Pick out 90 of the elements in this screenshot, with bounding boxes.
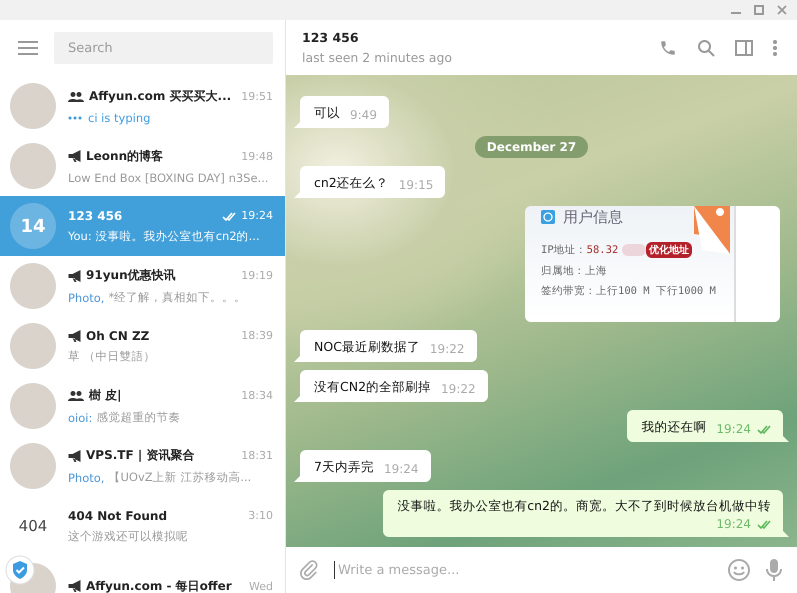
info-value: 58.32 bbox=[586, 244, 618, 256]
chat-time: 19:51 bbox=[241, 90, 273, 102]
chat-name: 樹 皮| bbox=[89, 387, 123, 404]
message-text: 没有CN2的全部刷掉 bbox=[314, 379, 432, 396]
message-text: cn2还在么？ bbox=[314, 175, 389, 192]
chat-time: 18:34 bbox=[241, 389, 273, 402]
chat-list-item[interactable]: Affyun.com 买买买大... 19:51 ci is typing bbox=[0, 76, 285, 136]
preview-sender: You: bbox=[68, 229, 92, 243]
message-time: 9:49 bbox=[350, 108, 377, 122]
message-text: 我的还在啊 bbox=[641, 419, 706, 436]
avatar-placeholder bbox=[10, 443, 56, 489]
avatar-placeholder bbox=[10, 263, 56, 309]
message-time: 19:24 bbox=[716, 517, 751, 531]
chat-list-item[interactable]: 樹 皮| 18:34 oioi: 感觉超重的节奏 bbox=[0, 376, 285, 436]
typing-status: ci is typing bbox=[88, 110, 150, 124]
date-separator: December 27 bbox=[474, 136, 588, 158]
chat-time: 18:39 bbox=[241, 329, 273, 342]
card-title: 用户信息 bbox=[563, 208, 623, 226]
chat-list-item[interactable]: VPS.TF | 资讯聚合 18:31 Photo, 【UOvZ上新 江苏移动高... bbox=[0, 436, 285, 496]
avatar-placeholder bbox=[10, 383, 56, 429]
chat-time: 18:31 bbox=[241, 449, 273, 462]
chat-name: 91yun优惠快讯 bbox=[86, 267, 177, 284]
message-preview: 草 （中日雙語） bbox=[68, 348, 156, 364]
message-preview: 感觉超重的节奏 bbox=[96, 410, 180, 425]
info-value: 上海 bbox=[585, 264, 607, 278]
more-options-icon[interactable] bbox=[773, 40, 777, 56]
group-icon bbox=[68, 390, 84, 401]
megaphone-icon bbox=[68, 270, 81, 282]
preview-sender: oioi: bbox=[68, 410, 92, 424]
chat-name: 123 456 bbox=[68, 208, 124, 222]
chat-time: 19:19 bbox=[241, 269, 273, 282]
megaphone-icon bbox=[68, 150, 81, 162]
message-text: 可以 bbox=[314, 105, 340, 122]
message-text: 7天内弄完 bbox=[314, 459, 374, 476]
preview-sender: Photo, bbox=[68, 290, 104, 304]
info-label: 归属地： bbox=[541, 264, 585, 278]
message-text: NOC最近刷数据了 bbox=[314, 339, 420, 356]
phone-icon[interactable] bbox=[659, 38, 677, 56]
chat-time: Wed bbox=[249, 580, 273, 592]
typing-dots-icon bbox=[68, 116, 82, 120]
chat-list-item[interactable]: Oh CN ZZ 18:39 草 （中日雙語） bbox=[0, 316, 285, 376]
message-time: 19:22 bbox=[430, 342, 465, 356]
last-seen-status: last seen 2 minutes ago bbox=[302, 50, 454, 65]
verified-shield-icon bbox=[5, 555, 35, 585]
chat-list-item[interactable]: 91yun优惠快讯 19:19 Photo, *经了解，真相如下。。。 bbox=[0, 256, 285, 316]
close-icon[interactable] bbox=[777, 5, 787, 15]
tag-label: 优化地址 bbox=[646, 242, 692, 258]
message-time: 19:24 bbox=[716, 422, 751, 436]
message-preview: Low End Box [BOXING DAY] n3Se... bbox=[68, 170, 269, 184]
message-text: 没事啦。我办公室也有cn2的。商宽。大不了到时候放台机做中转 bbox=[397, 498, 771, 515]
chat-time: 3:10 bbox=[248, 509, 273, 522]
preview-sender: Photo, bbox=[68, 470, 104, 484]
chat-time: 19:48 bbox=[241, 150, 273, 162]
paperclip-icon[interactable] bbox=[298, 559, 320, 581]
chat-name: Leonn的博客 bbox=[86, 148, 164, 164]
maximize-icon[interactable] bbox=[754, 5, 764, 15]
message-time: 19:24 bbox=[384, 462, 419, 476]
message-preview: 【UOvZ上新 江苏移动高... bbox=[108, 470, 252, 485]
message-preview: *经了解，真相如下。。。 bbox=[108, 290, 246, 305]
avatar-initials: 404 bbox=[18, 516, 48, 537]
sidebar-toggle-icon[interactable] bbox=[735, 40, 753, 56]
group-icon bbox=[68, 90, 84, 102]
chat-name: 404 Not Found bbox=[68, 508, 168, 522]
emoji-icon[interactable] bbox=[727, 558, 751, 582]
microphone-icon[interactable] bbox=[765, 558, 783, 582]
chat-name: Affyun.com - 每日offer bbox=[86, 578, 233, 593]
chat-list-item[interactable]: Leonn的博客 19:48 Low End Box [BOXING DAY] n3Se... bbox=[0, 136, 285, 196]
info-label: IP地址： bbox=[541, 243, 587, 257]
search-field[interactable]: Search bbox=[54, 32, 273, 64]
menu-icon[interactable] bbox=[18, 41, 38, 55]
chat-title: 123 456 bbox=[302, 30, 360, 45]
info-label: 签约带宽： bbox=[541, 284, 596, 298]
megaphone-icon bbox=[68, 450, 81, 462]
avatar-placeholder bbox=[10, 143, 56, 189]
chat-time: 19:24 bbox=[241, 209, 273, 222]
message-preview: 没事啦。我办公室也有cn2的... bbox=[96, 228, 260, 244]
avatar-placeholder bbox=[10, 83, 56, 129]
search-icon[interactable] bbox=[697, 38, 715, 56]
chat-list-item[interactable]: 404 404 Not Found 3:10 这个游戏还可以模拟呢 bbox=[0, 496, 285, 556]
chat-name: Oh CN ZZ bbox=[86, 328, 150, 342]
avatar-placeholder bbox=[10, 323, 56, 369]
message-time: 19:22 bbox=[441, 382, 476, 396]
info-value: 上行100 M 下行1000 M bbox=[596, 284, 716, 298]
megaphone-icon bbox=[68, 330, 81, 342]
megaphone-icon bbox=[68, 580, 81, 592]
chat-name: VPS.TF | 资讯聚合 bbox=[86, 447, 196, 464]
avatar-initials: 14 bbox=[10, 203, 56, 249]
message-preview: 这个游戏还可以模拟呢 bbox=[68, 528, 188, 544]
message-time: 19:15 bbox=[398, 178, 434, 192]
chat-name: Affyun.com 买买买大... bbox=[89, 88, 232, 104]
